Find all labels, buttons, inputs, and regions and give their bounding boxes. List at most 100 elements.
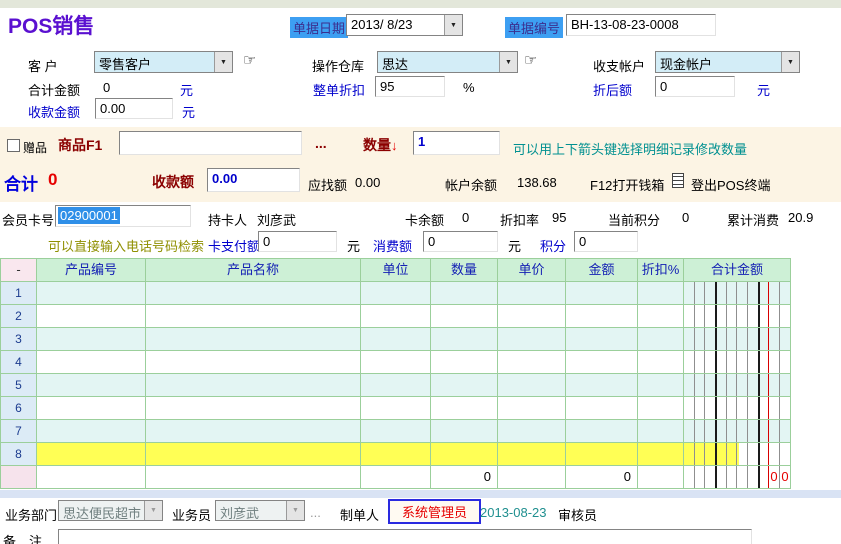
grid-cell [638, 351, 684, 374]
card-balance-value: 0 [462, 210, 469, 225]
received-label: 收款额 [152, 172, 194, 192]
table-row[interactable]: 1 [1, 282, 791, 305]
after-discount-input[interactable]: 0 [655, 76, 735, 97]
warehouse-combobox[interactable]: 思达 ▼ [377, 51, 518, 73]
doc-no-label: 单据编号 [505, 17, 563, 38]
clerk-label: 业务员 [172, 505, 211, 524]
chevron-down-icon[interactable]: ▼ [499, 52, 517, 72]
grid-cell [146, 397, 361, 420]
grid-cell [566, 374, 638, 397]
grid-cell [361, 397, 431, 420]
table-row[interactable]: 7 [1, 420, 791, 443]
qty-input[interactable]: 1 [413, 131, 500, 155]
yuan-suffix: 元 [347, 236, 360, 255]
row-number: 3 [1, 328, 37, 351]
pointing-hand-icon[interactable]: ☞ [524, 53, 537, 68]
current-points-value: 0 [682, 210, 689, 225]
dept-combobox[interactable]: 思达便民超市 ▼ [58, 500, 163, 521]
grid-cell [684, 282, 791, 305]
chevron-down-icon: ▼ [144, 501, 162, 520]
cash-drawer-icon[interactable] [672, 173, 684, 188]
customer-combobox[interactable]: 零售客户 ▼ [94, 51, 233, 73]
account-balance-value: 138.68 [517, 175, 557, 190]
table-row[interactable]: 2 [1, 305, 791, 328]
grid-cell [37, 443, 146, 466]
yuan-suffix: 元 [180, 80, 193, 99]
browse-button[interactable]: ... [310, 505, 321, 520]
grid-cell [684, 443, 791, 466]
order-discount-input[interactable]: 95 [375, 76, 445, 97]
open-drawer-button[interactable]: F12打开钱箱 [590, 175, 664, 194]
creator-label: 制单人 [340, 505, 379, 524]
remark-input[interactable] [58, 529, 752, 544]
grid-cell [146, 374, 361, 397]
account-combobox[interactable]: 现金帐户 ▼ [655, 51, 800, 73]
grid-cell [684, 305, 791, 328]
column-header: 金额 [566, 259, 638, 282]
grid-cell [498, 374, 566, 397]
card-pay-input[interactable]: 0 [258, 231, 337, 252]
table-row[interactable]: 8 [1, 443, 791, 466]
totals-jiao-digit: 0 [769, 469, 779, 484]
table-header-row: - 产品编号 产品名称 单位 数量 单价 金额 折扣% 合计金额 [1, 259, 791, 282]
chevron-down-icon: ▼ [286, 501, 304, 520]
after-discount-label: 折后额 [593, 80, 632, 99]
dept-value: 思达便民超市 [59, 501, 144, 520]
grid-cell [498, 397, 566, 420]
chevron-down-icon[interactable]: ▼ [214, 52, 232, 72]
qty-label-group: 数量↓ [363, 135, 398, 155]
browse-button[interactable]: ... [315, 135, 327, 151]
clerk-combobox[interactable]: 刘彦武 ▼ [215, 500, 305, 521]
grid-cell [361, 374, 431, 397]
member-card-input[interactable]: 02900001 [55, 205, 191, 227]
card-pay-label: 卡支付额 [208, 236, 260, 255]
row-number: 8 [1, 443, 37, 466]
table-row[interactable]: 4 [1, 351, 791, 374]
table-body: 12345678 [1, 282, 791, 466]
totals-fen-digit: 0 [780, 469, 790, 484]
column-header: 数量 [431, 259, 498, 282]
product-input[interactable] [119, 131, 302, 155]
logout-pos-button[interactable]: 登出POS终端 [691, 175, 770, 194]
receive-amount-input[interactable]: 0.00 [95, 98, 173, 119]
grand-total-value: 0 [48, 170, 57, 190]
grid-cell [684, 351, 791, 374]
table-row[interactable]: 5 [1, 374, 791, 397]
order-discount-label: 整单折扣 [313, 80, 365, 99]
total-spend-value: 20.9 [788, 210, 813, 225]
grid-cell [638, 443, 684, 466]
spend-label: 消费额 [373, 236, 412, 255]
column-header: 折扣% [638, 259, 684, 282]
doc-no-input[interactable]: BH-13-08-23-0008 [566, 14, 716, 36]
chevron-down-icon[interactable]: ▼ [444, 15, 462, 35]
grid-cell [361, 420, 431, 443]
table-row[interactable]: 6 [1, 397, 791, 420]
received-input[interactable]: 0.00 [207, 168, 300, 192]
highlight-strip [684, 443, 739, 465]
chevron-down-icon[interactable]: ▼ [781, 52, 799, 72]
yuan-suffix: 元 [757, 80, 770, 99]
auditor-label: 审核员 [558, 505, 597, 524]
grid-cell [498, 328, 566, 351]
table-row[interactable]: 3 [1, 328, 791, 351]
grid-cell [498, 282, 566, 305]
grid-cell [431, 282, 498, 305]
grid-cell [146, 420, 361, 443]
current-points-label: 当前积分 [608, 210, 660, 229]
grid-cell [37, 328, 146, 351]
gift-checkbox[interactable] [7, 139, 20, 152]
doc-date-combobox[interactable]: 2013/ 8/23 ▼ [346, 14, 463, 36]
qty-hint: 可以用上下箭头键选择明细记录修改数量 [513, 139, 747, 158]
warehouse-label: 操作仓库 [312, 56, 364, 75]
card-balance-label: 卡余额 [405, 210, 444, 229]
spend-input[interactable]: 0 [423, 231, 498, 252]
change-label: 应找额 [308, 175, 347, 194]
pointing-hand-icon[interactable]: ☞ [243, 53, 256, 68]
member-card-selected-text: 02900001 [58, 207, 120, 224]
grid-cell [146, 351, 361, 374]
top-strip [0, 0, 841, 8]
totals-amount-value: 0 [566, 466, 637, 484]
points-input[interactable]: 0 [574, 231, 638, 252]
grid-cell [37, 305, 146, 328]
card-holder-value: 刘彦武 [257, 210, 296, 229]
